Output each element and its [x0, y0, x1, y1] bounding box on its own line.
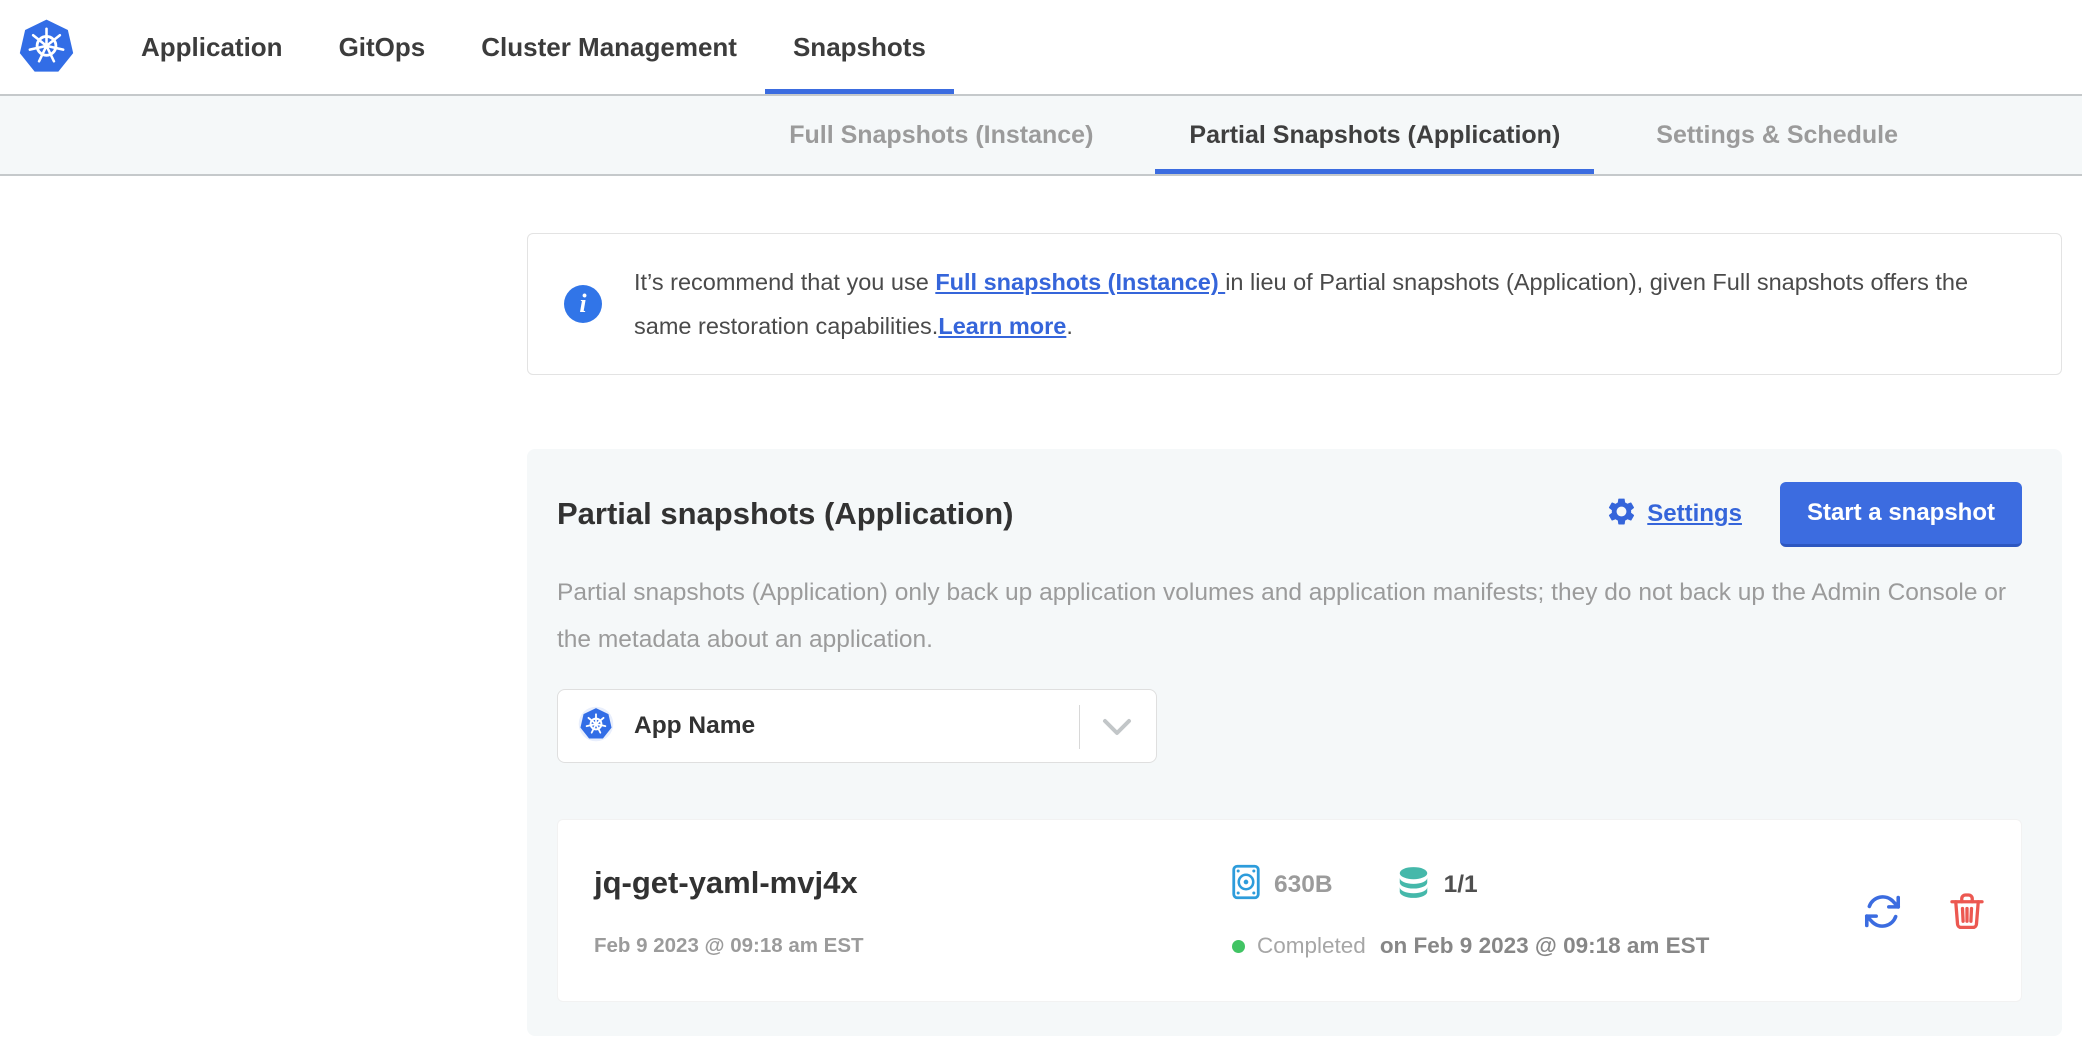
delete-snapshot-button[interactable]	[1949, 892, 1985, 931]
kubernetes-mini-icon	[578, 706, 614, 747]
gear-icon	[1606, 496, 1637, 532]
snapshot-metrics-row: 630B 1/1	[1232, 864, 1862, 905]
learn-more-link[interactable]: Learn more	[938, 313, 1066, 339]
disk-icon	[1232, 864, 1260, 905]
snapshot-info: jq-get-yaml-mvj4x Feb 9 2023 @ 09:18 am …	[594, 865, 1198, 958]
panel-header: Partial snapshots (Application) Settings…	[557, 489, 2022, 539]
info-icon: i	[564, 285, 602, 323]
info-banner: i It’s recommend that you use Full snaps…	[527, 233, 2062, 375]
panel-description: Partial snapshots (Application) only bac…	[557, 569, 2037, 663]
tab-settings-schedule[interactable]: Settings & Schedule	[1622, 96, 1932, 174]
snapshot-volumes-value: 1/1	[1444, 871, 1478, 899]
snapshot-volumes-metric: 1/1	[1397, 866, 1478, 904]
snapshot-settings-link[interactable]: Settings	[1606, 496, 1742, 532]
snapshot-size-value: 630B	[1274, 871, 1333, 899]
trash-icon	[1949, 919, 1985, 934]
nav-item-application[interactable]: Application	[113, 0, 311, 94]
restore-icon	[1862, 920, 1903, 935]
banner-text-start: It’s recommend that you use	[634, 269, 935, 295]
panel-title: Partial snapshots (Application)	[557, 496, 1606, 532]
database-icon	[1397, 866, 1430, 904]
app-selector-value: App Name	[634, 712, 755, 740]
snapshot-actions	[1862, 891, 1991, 932]
nav-item-cluster-management[interactable]: Cluster Management	[453, 0, 765, 94]
full-snapshots-link[interactable]: Full snapshots (Instance)	[935, 269, 1225, 295]
tab-partial-snapshots-application[interactable]: Partial Snapshots (Application)	[1155, 96, 1594, 174]
snapshot-status-row: Completed on Feb 9 2023 @ 09:18 am EST	[1232, 933, 1862, 959]
settings-link-label: Settings	[1647, 500, 1742, 528]
snapshot-size-metric: 630B	[1232, 864, 1333, 905]
status-dot-icon	[1232, 940, 1245, 953]
snapshot-metrics: 630B 1/1	[1198, 864, 1862, 959]
chevron-down-icon	[1102, 718, 1132, 742]
snapshots-subnav: Full Snapshots (Instance) Partial Snapsh…	[0, 94, 2082, 176]
nav-item-snapshots[interactable]: Snapshots	[765, 0, 954, 94]
tab-full-snapshots-instance[interactable]: Full Snapshots (Instance)	[755, 96, 1127, 174]
snapshot-status-detail: on Feb 9 2023 @ 09:18 am EST	[1380, 933, 1710, 959]
partial-snapshots-panel: Partial snapshots (Application) Settings…	[527, 449, 2062, 1036]
restore-snapshot-button[interactable]	[1862, 891, 1903, 932]
start-snapshot-button[interactable]: Start a snapshot	[1780, 482, 2022, 547]
banner-text: It’s recommend that you use Full snapsho…	[634, 260, 2021, 348]
kubernetes-logo-icon	[18, 18, 75, 76]
snapshot-status: Completed	[1257, 933, 1366, 959]
snapshot-row: jq-get-yaml-mvj4x Feb 9 2023 @ 09:18 am …	[557, 819, 2022, 1002]
snapshot-name: jq-get-yaml-mvj4x	[594, 865, 1198, 901]
main-content: i It’s recommend that you use Full snaps…	[527, 176, 2062, 1036]
top-navbar: Application GitOps Cluster Management Sn…	[0, 0, 2082, 94]
nav-item-gitops[interactable]: GitOps	[311, 0, 454, 94]
selector-divider	[1079, 705, 1080, 749]
banner-text-end: .	[1066, 313, 1073, 339]
snapshot-started-timestamp: Feb 9 2023 @ 09:18 am EST	[594, 934, 1198, 958]
app-name-selector[interactable]: App Name	[557, 689, 1157, 763]
